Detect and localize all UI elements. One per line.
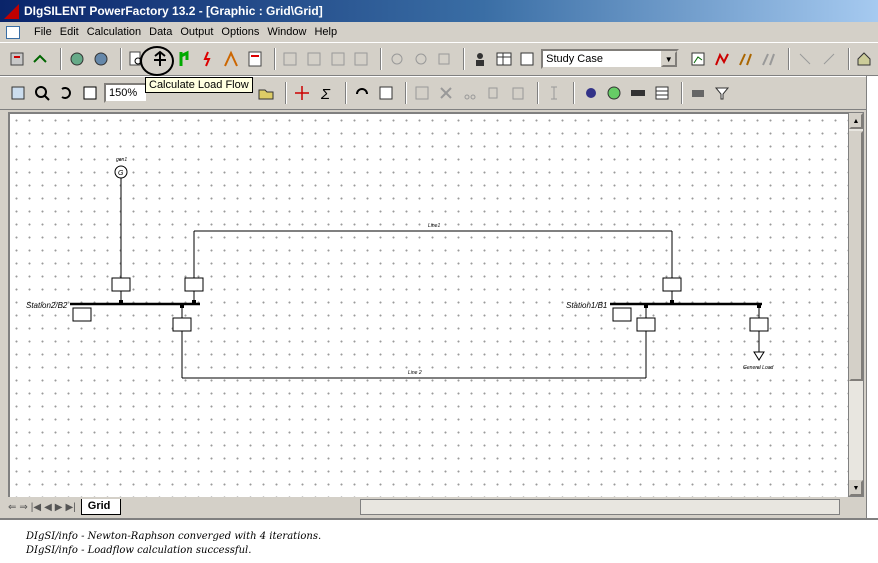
menu-data[interactable]: Data bbox=[145, 26, 176, 38]
filter-icon[interactable] bbox=[712, 83, 732, 103]
objects-icon[interactable] bbox=[67, 49, 87, 69]
svg-text:Σ: Σ bbox=[320, 86, 331, 102]
colour-icon[interactable] bbox=[604, 83, 624, 103]
output-window: DIgSI/info - Newton-Raphson converged wi… bbox=[0, 518, 878, 563]
tooltip: Calculate Load Flow bbox=[145, 77, 253, 93]
menu-calculation[interactable]: Calculation bbox=[83, 26, 145, 38]
bus-left-label: Station2/B2 bbox=[26, 301, 68, 310]
disabled-plot-icon bbox=[760, 49, 780, 69]
scroll-down-icon[interactable]: ▼ bbox=[849, 480, 863, 496]
zoom-in-icon[interactable] bbox=[32, 83, 52, 103]
cut-icon bbox=[460, 83, 480, 103]
disabled-tool-4-icon bbox=[352, 49, 372, 69]
rebuild-icon[interactable] bbox=[292, 83, 312, 103]
right-panel bbox=[866, 76, 878, 521]
undo-icon[interactable] bbox=[352, 83, 372, 103]
menu-options[interactable]: Options bbox=[217, 26, 263, 38]
disabled-tool-7-icon bbox=[435, 49, 455, 69]
paste-icon bbox=[508, 83, 528, 103]
short-circuit-icon[interactable] bbox=[174, 49, 194, 69]
main-toolbar: Study Case ▼ bbox=[0, 42, 878, 76]
first-page-icon[interactable]: |◀ bbox=[31, 502, 41, 513]
chart-icon[interactable] bbox=[689, 49, 709, 69]
generator-label: gen1 bbox=[116, 157, 127, 163]
single-line-diagram-canvas[interactable]: G gen1 Station2/B2 Station1/B1 Line1 Lin… bbox=[8, 112, 848, 497]
menu-output[interactable]: Output bbox=[176, 26, 217, 38]
zoom-all-icon[interactable] bbox=[80, 83, 100, 103]
layer-icon[interactable] bbox=[628, 83, 648, 103]
project-icon[interactable] bbox=[8, 49, 28, 69]
next-page-icon[interactable]: ▶ bbox=[55, 502, 63, 513]
disabled-tool-8-icon bbox=[795, 49, 815, 69]
library-icon[interactable] bbox=[91, 49, 111, 69]
study-case-select[interactable]: Study Case ▼ bbox=[541, 49, 679, 69]
window-title: DIgSILENT PowerFactory 13.2 - [Graphic :… bbox=[24, 4, 323, 18]
highlight-circle bbox=[140, 46, 174, 76]
disabled-tool-5-icon bbox=[387, 49, 407, 69]
menu-file[interactable]: File bbox=[30, 26, 56, 38]
bus-right-label: Station1/B1 bbox=[566, 301, 607, 310]
menu-window[interactable]: Window bbox=[263, 26, 310, 38]
edit-case-icon[interactable] bbox=[517, 49, 537, 69]
output-line: DIgSI/info - Loadflow calculation succes… bbox=[26, 545, 252, 556]
print-icon[interactable] bbox=[688, 83, 708, 103]
horizontal-scrollbar[interactable] bbox=[360, 499, 840, 515]
tab-bar: ⇐ ⇒ |◀ ◀ ▶ ▶| Grid bbox=[8, 497, 864, 517]
generator-breaker[interactable] bbox=[111, 277, 131, 292]
text-cursor-icon bbox=[544, 83, 564, 103]
fault-icon[interactable] bbox=[198, 49, 218, 69]
document-icon[interactable] bbox=[6, 25, 20, 39]
scroll-thumb[interactable] bbox=[849, 131, 863, 381]
delete-icon bbox=[436, 83, 456, 103]
tab-grid[interactable]: Grid bbox=[80, 499, 122, 515]
page-setup-icon[interactable] bbox=[376, 83, 396, 103]
menu-edit[interactable]: Edit bbox=[56, 26, 83, 38]
edit-icon bbox=[412, 83, 432, 103]
graphics-toolbar: 150% Σ bbox=[0, 76, 878, 110]
title-bar: DIgSILENT PowerFactory 13.2 - [Graphic :… bbox=[0, 0, 878, 22]
plot-icon[interactable] bbox=[736, 49, 756, 69]
freeze-icon[interactable] bbox=[8, 83, 28, 103]
output-line: DIgSI/info - Newton-Raphson converged wi… bbox=[26, 531, 322, 542]
open-folder-icon[interactable] bbox=[256, 83, 276, 103]
network-icon[interactable] bbox=[32, 49, 52, 69]
user-icon[interactable] bbox=[470, 49, 490, 69]
load-symbol[interactable] bbox=[753, 351, 765, 361]
line2-label: Line 2 bbox=[408, 370, 422, 376]
table-icon[interactable] bbox=[494, 49, 514, 69]
disabled-tool-3-icon bbox=[328, 49, 348, 69]
zoom-level-select[interactable]: 150% bbox=[104, 83, 148, 103]
menu-bar: File Edit Calculation Data Output Option… bbox=[0, 22, 878, 42]
grid-icon[interactable] bbox=[652, 83, 672, 103]
busbar-left-box[interactable] bbox=[72, 307, 92, 322]
zoom-back-icon[interactable] bbox=[56, 83, 76, 103]
app-logo-icon bbox=[4, 3, 19, 19]
report-icon[interactable] bbox=[245, 49, 265, 69]
symbol-icon[interactable] bbox=[580, 83, 600, 103]
menu-help[interactable]: Help bbox=[310, 26, 341, 38]
line1-label: Line1 bbox=[428, 223, 440, 229]
simulation-icon[interactable] bbox=[221, 49, 241, 69]
grid-diagram: G gen1 Station2/B2 Station1/B1 Line1 Lin… bbox=[26, 157, 774, 379]
generator-symbol-label: G bbox=[118, 170, 124, 177]
copy-icon bbox=[484, 83, 504, 103]
disabled-tool-6-icon bbox=[411, 49, 431, 69]
load-label: General Load bbox=[743, 365, 774, 371]
chevron-down-icon[interactable]: ▼ bbox=[660, 51, 677, 67]
graph-icon[interactable] bbox=[712, 49, 732, 69]
last-page-icon[interactable]: ▶| bbox=[65, 502, 75, 513]
nav-forward-icon[interactable]: ⇒ bbox=[19, 502, 27, 513]
disabled-tool-2-icon bbox=[304, 49, 324, 69]
nav-back-icon[interactable]: ⇐ bbox=[8, 502, 16, 513]
scroll-up-icon[interactable]: ▲ bbox=[849, 113, 863, 129]
disabled-tool-9-icon bbox=[819, 49, 839, 69]
home-icon[interactable] bbox=[855, 49, 875, 69]
busbar-right-box[interactable] bbox=[612, 307, 632, 322]
sum-icon[interactable]: Σ bbox=[316, 83, 336, 103]
vertical-scrollbar[interactable]: ▲ ▼ bbox=[848, 112, 864, 497]
prev-page-icon[interactable]: ◀ bbox=[44, 502, 52, 513]
disabled-tool-1-icon bbox=[281, 49, 301, 69]
